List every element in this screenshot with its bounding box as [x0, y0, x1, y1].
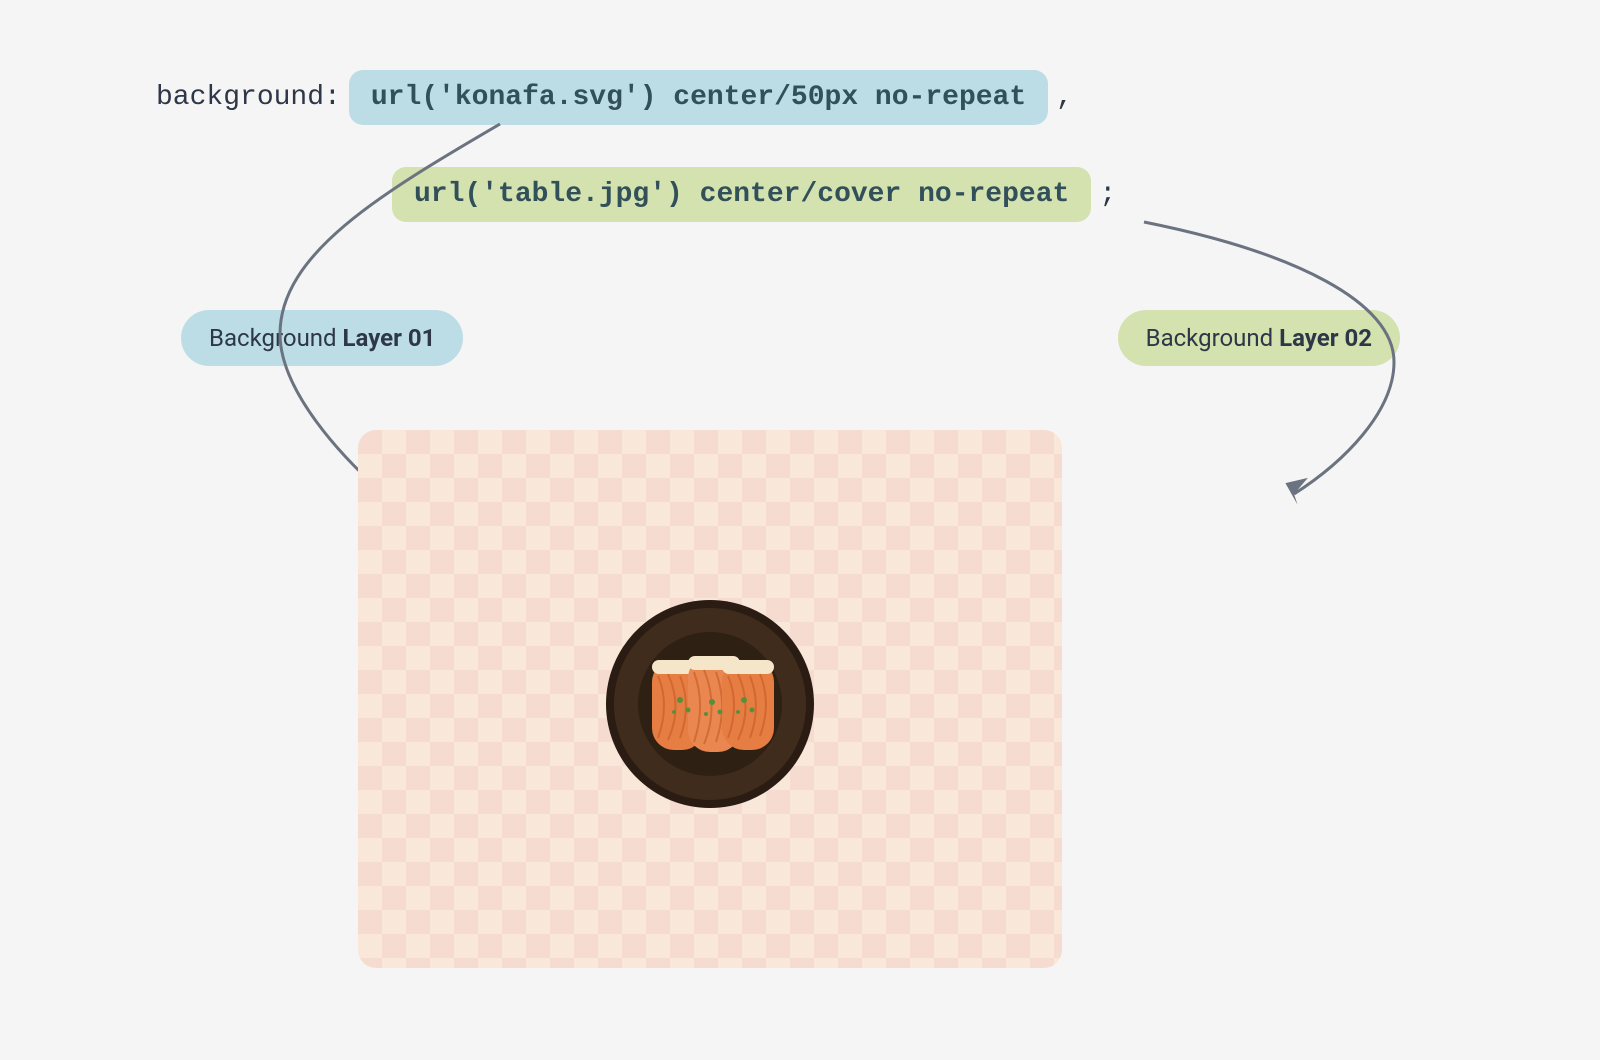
layer-2-css-value: url('table.jpg') center/cover no-repeat: [392, 167, 1091, 222]
layer-1-label-bold: Layer 01: [343, 324, 436, 352]
arrow-layer-2-to-tablecloth: [1114, 222, 1414, 512]
layer-1-label-prefix: Background: [209, 324, 343, 352]
layer-1-css-value: url('konafa.svg') center/50px no-repeat: [349, 70, 1048, 125]
css-separator: ,: [1048, 82, 1081, 113]
css-terminator: ;: [1091, 179, 1124, 210]
result-preview: [358, 430, 1062, 968]
tablecloth-and-plate-illustration: [358, 430, 1062, 968]
layer-2-label-prefix: Background: [1146, 324, 1280, 352]
css-background-line-2: url('table.jpg') center/cover no-repeat …: [392, 167, 1124, 222]
layer-2-label-bold: Layer 02: [1279, 324, 1372, 352]
layer-1-label-pill: Background Layer 01: [181, 310, 463, 366]
layer-2-label-pill: Background Layer 02: [1118, 310, 1400, 366]
css-background-line-1: background: url('konafa.svg') center/50p…: [148, 70, 1081, 125]
css-property-name: background:: [148, 82, 349, 113]
